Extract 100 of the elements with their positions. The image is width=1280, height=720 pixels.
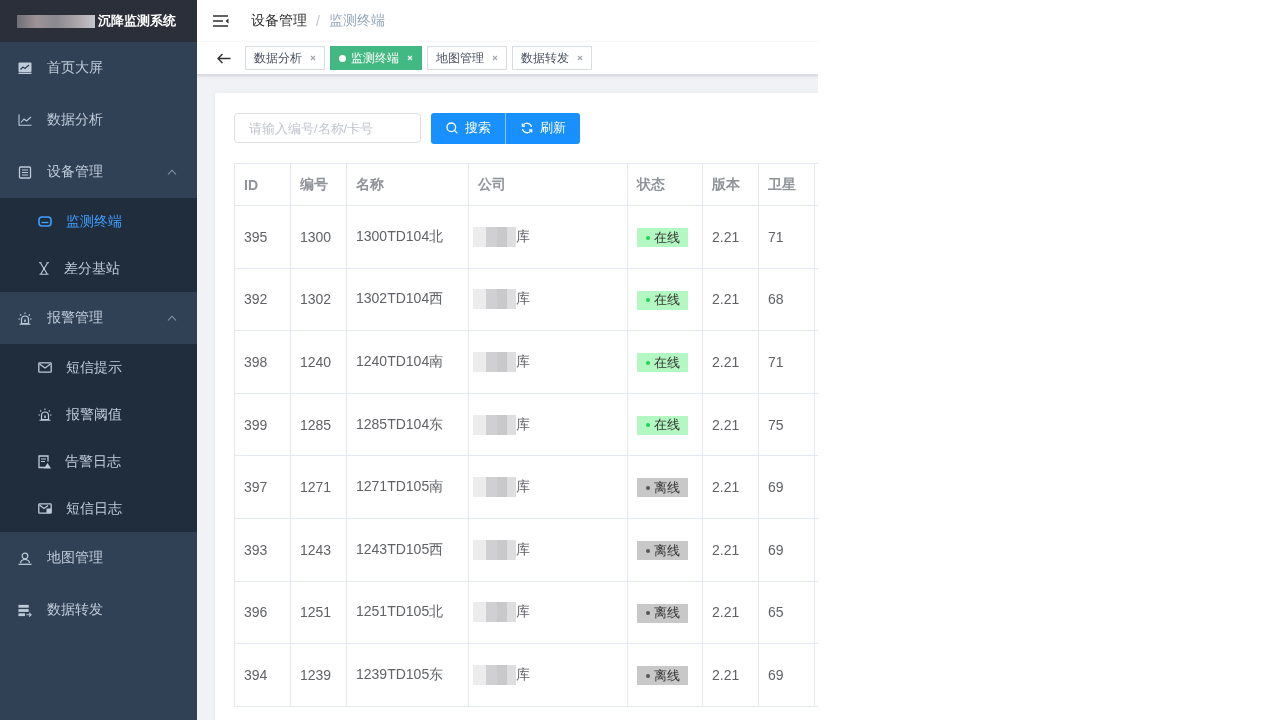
page-tab[interactable]: 地图管理 — [427, 46, 507, 70]
table-cell: 2.21 — [702, 205, 759, 269]
company-name: 库 — [516, 603, 530, 622]
close-icon[interactable] — [492, 55, 498, 61]
chart-screen-icon — [18, 62, 32, 74]
close-icon[interactable] — [577, 55, 583, 61]
antenna-tower-icon — [38, 262, 50, 275]
status-text: 离线 — [654, 666, 680, 685]
sidebar-item[interactable]: 地图管理 — [0, 532, 197, 584]
blurred-block — [473, 602, 516, 623]
table-cell: 65 — [758, 581, 815, 644]
table-cell: 2.21 — [702, 581, 759, 644]
sidebar-item[interactable]: 首页大屏 — [0, 42, 197, 94]
blurred-block — [473, 664, 516, 685]
status-text: 在线 — [654, 291, 680, 310]
status-text: 在线 — [654, 353, 680, 372]
status-dot-icon — [646, 673, 650, 678]
table-cell: 1271 — [290, 455, 347, 519]
status-dot-icon — [646, 298, 650, 303]
sidebar-item[interactable]: 报警阈值 — [0, 391, 197, 438]
search-field[interactable]: 请输入编号/名称/卡号 — [234, 113, 421, 143]
table-cell: 393 — [234, 518, 291, 582]
table-cell: 397 — [234, 455, 291, 519]
table-cell: 1240 — [290, 330, 347, 394]
table-cell: 2.21 — [702, 330, 759, 394]
table-cell: 394 — [234, 643, 291, 707]
blurred-block — [473, 477, 516, 498]
envelope-icon — [38, 362, 52, 373]
page-tab[interactable]: 数据分析 — [245, 46, 325, 70]
sidebar-item[interactable]: 短信提示 — [0, 344, 197, 391]
active-dot-icon — [339, 54, 346, 62]
person-icon — [18, 551, 32, 565]
blurred-block — [473, 226, 516, 247]
company-name: 库 — [516, 540, 530, 559]
table-cell: 1285 — [290, 393, 347, 456]
table-cell: 71 — [758, 330, 815, 394]
table-cell: 2.21 — [702, 393, 759, 456]
company-name: 库 — [516, 665, 530, 684]
table-cell: 68 — [758, 268, 815, 331]
blurred-block — [473, 289, 516, 310]
column-header: 版本 — [702, 163, 759, 206]
table-cell: 1271TD105南 — [346, 455, 469, 519]
blurred-block — [473, 414, 516, 435]
sidebar-item[interactable]: 报警管理 — [0, 292, 197, 344]
table-cell: 398 — [234, 330, 291, 394]
menu-icon[interactable] — [213, 15, 229, 27]
status-dot-icon — [646, 423, 650, 428]
table-cell: 396 — [234, 581, 291, 644]
table-cell: 69 — [758, 518, 815, 582]
status-text: 在线 — [654, 228, 680, 247]
table-cell: 1243TD105西 — [346, 518, 469, 582]
table-cell: 1300TD104北 — [346, 205, 469, 269]
table-cell: 1300 — [290, 205, 347, 269]
table-cell: 2.21 — [702, 455, 759, 519]
sidebar-item[interactable]: 数据转发 — [0, 584, 197, 636]
search-icon — [446, 122, 458, 134]
company-name: 库 — [516, 478, 530, 497]
envelope-icon — [38, 503, 52, 514]
sidebar-item[interactable]: 短信日志 — [0, 485, 197, 532]
app-title: 沉降监测系统 — [98, 12, 176, 30]
breadcrumb-item[interactable]: 设备管理 — [251, 12, 307, 30]
table-cell: 71 — [758, 205, 815, 269]
status-dot-icon — [646, 360, 650, 365]
column-header: 名称 — [346, 163, 469, 206]
sidebar-item[interactable]: 差分基站 — [0, 245, 197, 292]
table-cell: 1239 — [290, 643, 347, 707]
table-cell: 1285TD104东 — [346, 393, 469, 456]
table-cell: 2.21 — [702, 268, 759, 331]
status-text: 在线 — [654, 416, 680, 435]
refresh-icon — [521, 122, 533, 134]
table-cell: 1302 — [290, 268, 347, 331]
sidebar-item[interactable]: 设备管理 — [0, 146, 197, 198]
column-header: 状态 — [627, 163, 703, 206]
close-icon[interactable] — [310, 55, 316, 61]
column-header: 公司 — [468, 163, 628, 206]
page-tab[interactable]: 数据转发 — [512, 46, 592, 70]
status-text: 离线 — [654, 478, 680, 497]
table-cell: 1302TD104西 — [346, 268, 469, 331]
table-cell: 395 — [234, 205, 291, 269]
blurred-block — [473, 539, 516, 560]
breadcrumb-item: 监测终端 — [328, 12, 385, 30]
table-cell: 1240TD104南 — [346, 330, 469, 394]
table-cell: 392 — [234, 268, 291, 331]
table-cell: 2.21 — [702, 518, 759, 582]
back-arrow-icon[interactable] — [217, 52, 231, 64]
company-name: 库 — [516, 415, 530, 434]
sidebar-item[interactable]: 监测终端 — [0, 198, 197, 245]
alarm-light-icon — [38, 408, 52, 421]
table-cell: 69 — [758, 643, 815, 707]
sidebar-item[interactable]: 数据分析 — [0, 94, 197, 146]
company-name: 库 — [516, 353, 530, 371]
sidebar-item[interactable]: 告警日志 — [0, 438, 197, 485]
company-name: 库 — [516, 227, 530, 246]
status-dot-icon — [646, 485, 650, 490]
status-dot-icon — [646, 548, 650, 553]
status-text: 离线 — [654, 604, 680, 623]
breadcrumb-separator: / — [316, 13, 320, 29]
status-dot-icon — [646, 611, 650, 616]
table-cell: 2.21 — [702, 643, 759, 707]
table-cell: 1251 — [290, 581, 347, 644]
